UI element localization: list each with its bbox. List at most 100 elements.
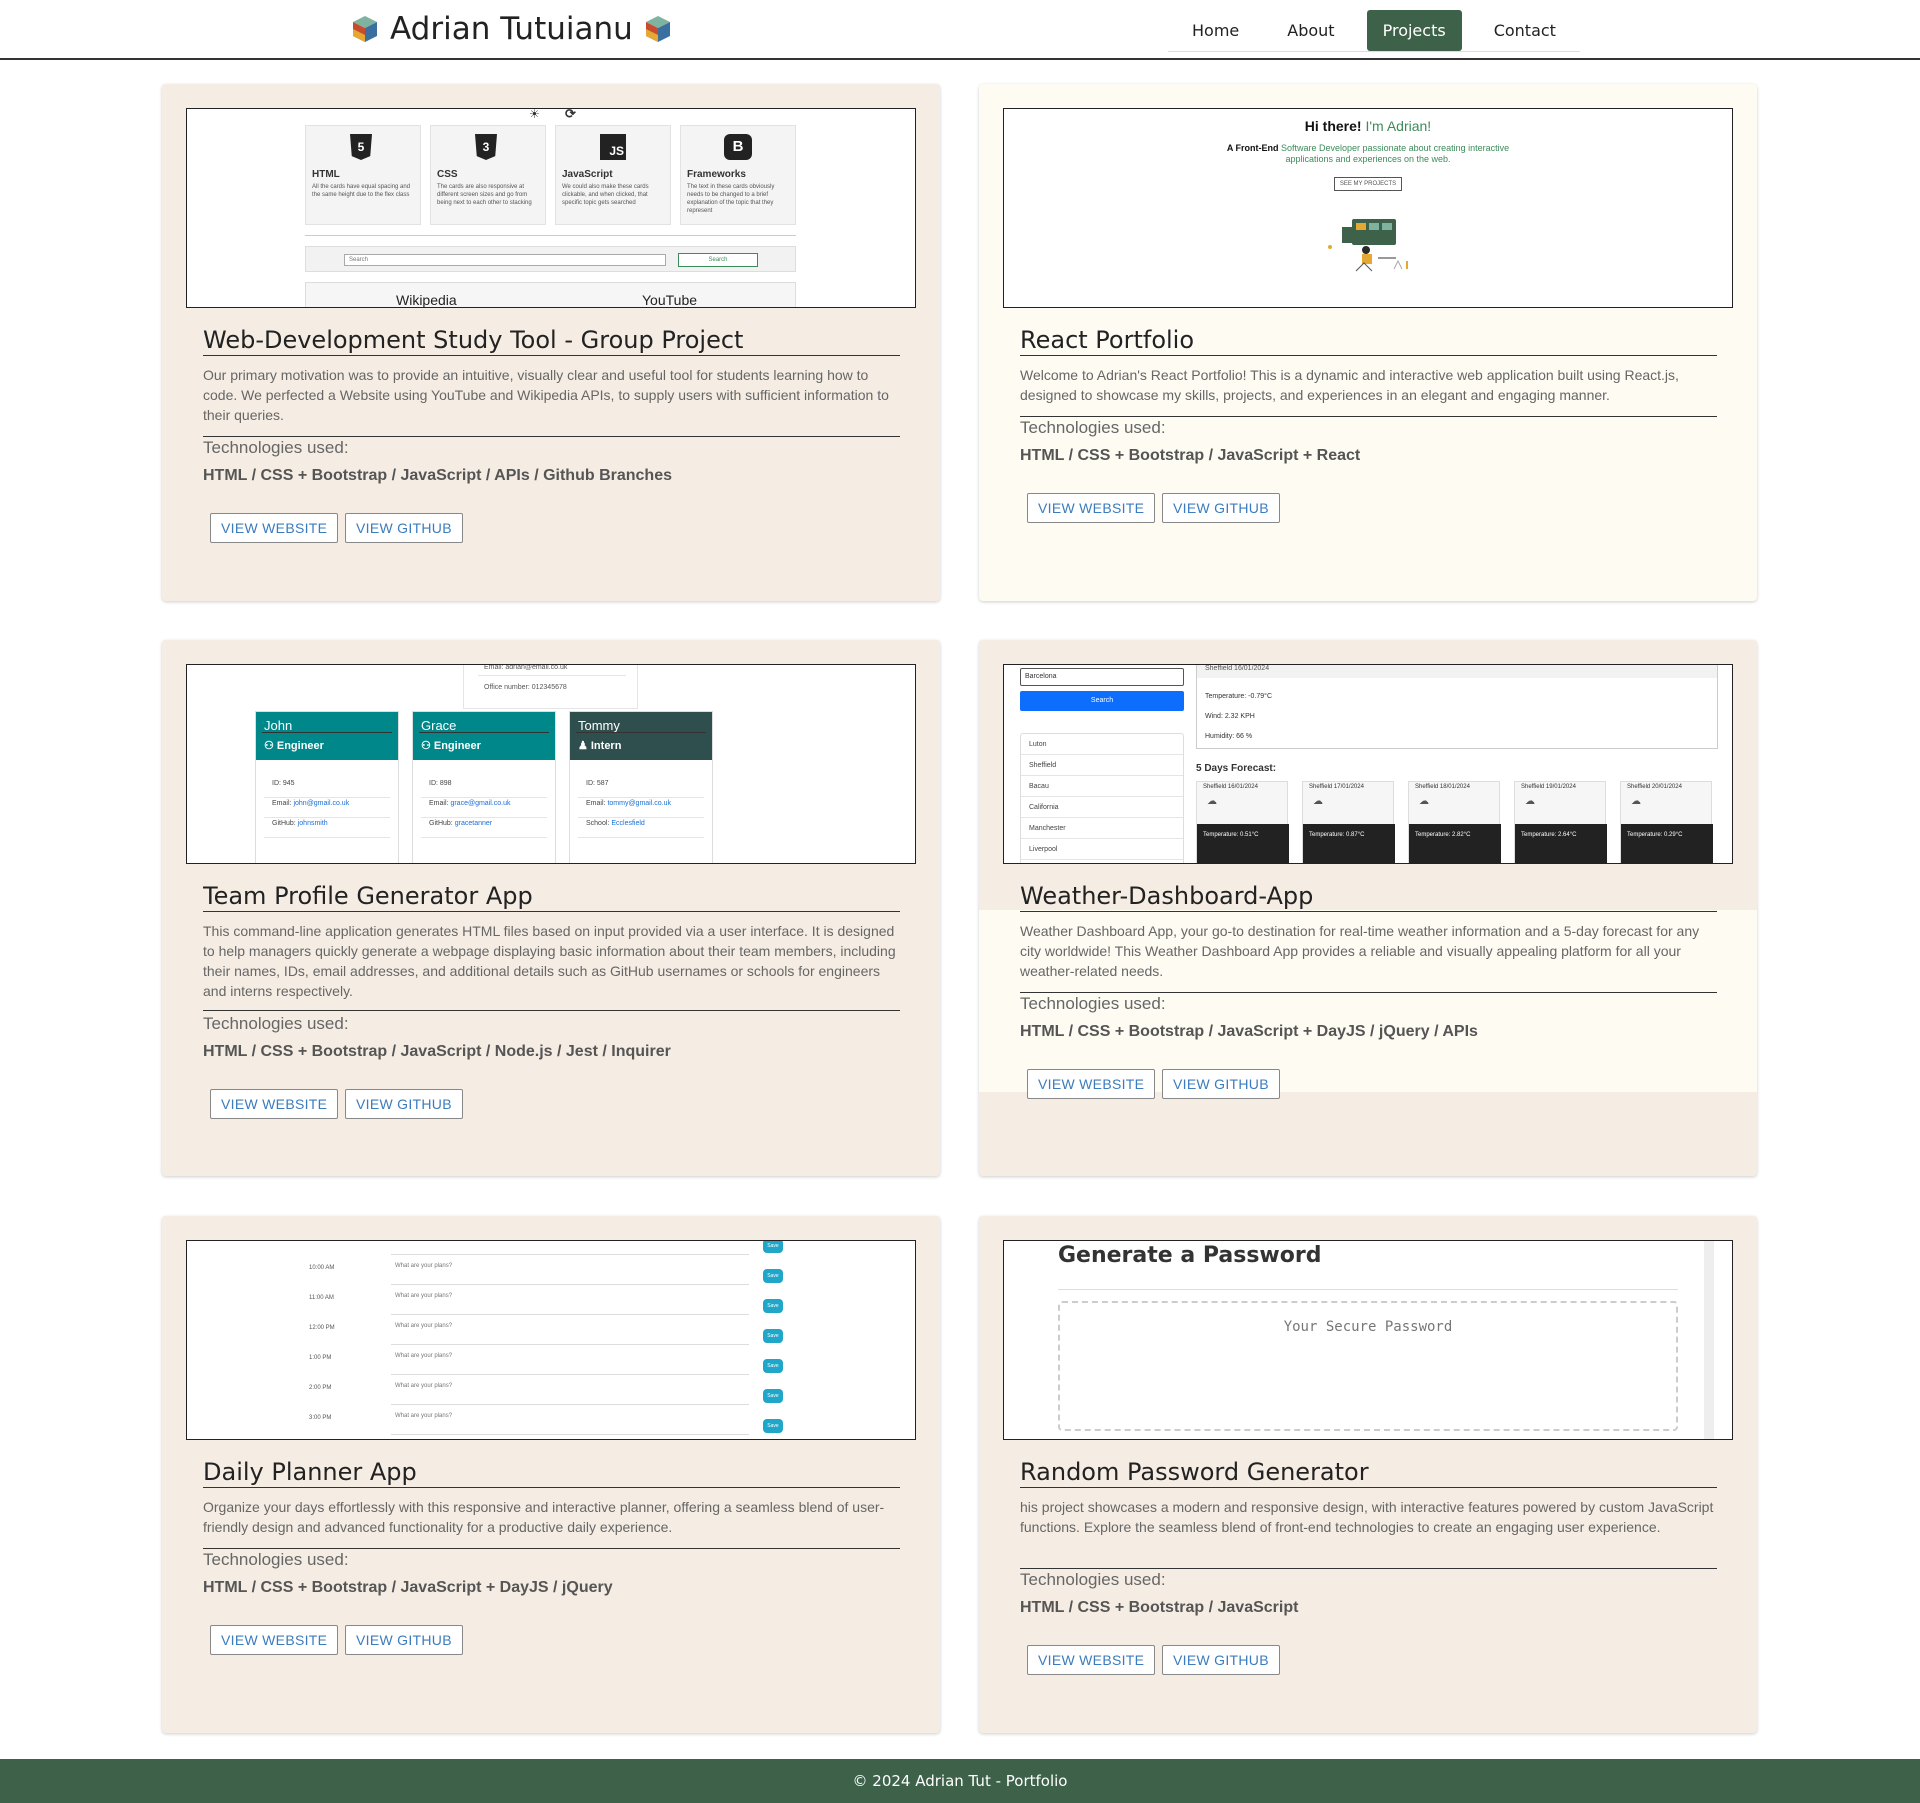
forecast-temperature: Temperature: 2.64°C (1515, 824, 1607, 863)
view-github-button[interactable]: VIEW GITHUB (1162, 1645, 1280, 1675)
city-search-button[interactable]: Search (1020, 691, 1184, 711)
nav-projects[interactable]: Projects (1366, 10, 1462, 51)
see-projects-button[interactable]: SEE MY PROJECTS (1334, 177, 1402, 191)
team-member-header: Tommy ♟ Intern (570, 712, 712, 760)
greeting-text: Hi there! (1304, 118, 1362, 134)
project-screenshot[interactable]: Generate a Password Your Secure Password (1003, 1240, 1733, 1440)
search-button[interactable]: Search (678, 253, 758, 267)
team-member-card: Tommy ♟ Intern ID: 587 Email: tommy@gmail.co.… (569, 711, 713, 863)
city-history-item[interactable]: Liverpool (1021, 839, 1183, 860)
hero-greeting: Hi there! I'm Adrian! (1004, 118, 1732, 134)
city-search-input[interactable]: Barcelona (1020, 668, 1184, 686)
search-input[interactable]: Search (344, 254, 666, 266)
view-github-button[interactable]: VIEW GITHUB (345, 513, 463, 543)
view-github-button[interactable]: VIEW GITHUB (345, 1089, 463, 1119)
member-detail-link[interactable]: Ecclesfield (611, 820, 644, 827)
project-title: React Portfolio (1020, 326, 1717, 356)
project-screenshot[interactable]: Hi there! I'm Adrian! A Front-End Softwa… (1003, 108, 1733, 308)
planner-input[interactable]: What are your plans? (391, 1413, 749, 1435)
project-screenshot[interactable]: What are your plans? Save 10:00 AM What are… (186, 1240, 916, 1440)
view-website-button[interactable]: VIEW WEBSITE (210, 513, 339, 543)
forecast-card: Sheffield 18/01/2024 ☁ Temperature: 2.82°C (1408, 781, 1501, 863)
view-website-button[interactable]: VIEW WEBSITE (210, 1089, 339, 1119)
city-history-item[interactable]: Sheffield (1021, 755, 1183, 776)
technologies-heading: Technologies used: (1020, 994, 1166, 1013)
technologies-heading: Technologies used: (203, 1014, 349, 1033)
weather-icon: ☁ (1313, 796, 1323, 807)
site-title[interactable]: Adrian Tutuianu (390, 11, 633, 47)
member-detail-link[interactable]: grace@gmail.co.uk (450, 800, 510, 807)
planner-save-button[interactable]: Save (763, 1269, 783, 1283)
project-card: Generate a Password Your Secure Password… (979, 1216, 1757, 1733)
member-detail-link[interactable]: john@gmail.co.uk (293, 800, 349, 807)
member-detail-link[interactable]: gracetanner (455, 820, 492, 827)
city-history-item[interactable]: Bacau (1021, 776, 1183, 797)
planner-input[interactable]: What are your plans? (391, 1383, 749, 1405)
project-screenshot[interactable]: Barcelona Search Luton Sheffield Bacau Cali… (1003, 664, 1733, 864)
topic-title: JavaScript (562, 169, 613, 180)
planner-input[interactable]: What are your plans? (391, 1263, 749, 1285)
cube-icon (353, 16, 377, 42)
technologies-list: HTML / CSS + Bootstrap / JavaScript + Re… (1020, 447, 1361, 464)
view-website-button[interactable]: VIEW WEBSITE (210, 1625, 339, 1655)
current-header (1197, 665, 1717, 678)
planner-save-button[interactable]: Save (763, 1329, 783, 1343)
member-detail-link[interactable]: tommy@gmail.co.uk (607, 800, 671, 807)
view-github-button[interactable]: VIEW GITHUB (345, 1625, 463, 1655)
tagline-bold: A Front-End (1226, 143, 1279, 153)
planner-input[interactable]: What are your plans? (391, 1293, 749, 1315)
view-website-button[interactable]: VIEW WEBSITE (1027, 1069, 1156, 1099)
planner-input[interactable]: What are your plans? (391, 1241, 749, 1255)
city-history-item[interactable]: California (1021, 797, 1183, 818)
view-website-button[interactable]: VIEW WEBSITE (1027, 1645, 1156, 1675)
result-tabs: Wikipedia YouTube (305, 282, 796, 307)
planner-input[interactable]: What are your plans? (391, 1353, 749, 1375)
planner-save-button[interactable]: Save (763, 1241, 783, 1253)
divider (576, 732, 706, 733)
nav-home[interactable]: Home (1176, 10, 1255, 51)
divider (478, 675, 626, 676)
cube-icon (645, 16, 670, 42)
view-github-button[interactable]: VIEW GITHUB (1162, 1069, 1280, 1099)
member-detail-row: GitHub: gracetanner (421, 820, 547, 838)
planner-input[interactable]: What are your plans? (391, 1323, 749, 1345)
technologies-list: HTML / CSS + Bootstrap / JavaScript (1020, 1599, 1299, 1616)
divider (1058, 1289, 1678, 1290)
planner-hour: 2:00 PM (309, 1385, 332, 1391)
project-screenshot[interactable]: ☀ ⟳ 5 HTML All the cards have equal spac… (186, 108, 916, 308)
planner-save-button[interactable]: Save (763, 1359, 783, 1373)
password-output[interactable]: Your Secure Password (1058, 1301, 1678, 1431)
nav-about[interactable]: About (1271, 10, 1350, 51)
forecast-date: Sheffield 17/01/2024 (1309, 784, 1364, 790)
team-member-card: Grace ⚇ Engineer ID: 898 Email: grace@gmail.c… (412, 711, 556, 863)
planner-save-button[interactable]: Save (763, 1299, 783, 1313)
team-member-header: John ⚇ Engineer (256, 712, 398, 760)
wikipedia-tab[interactable]: Wikipedia (396, 292, 457, 307)
member-detail-link[interactable]: johnsmith (298, 820, 328, 827)
forecast-date: Sheffield 18/01/2024 (1415, 784, 1470, 790)
weather-icon: ☁ (1419, 796, 1429, 807)
planner-hour: 1:00 PM (309, 1355, 332, 1361)
weather-icon: ☁ (1207, 796, 1217, 807)
brand: Adrian Tutuianu (352, 6, 671, 52)
project-card: ☀ ⟳ 5 HTML All the cards have equal spac… (162, 84, 940, 601)
member-detail-label: Email: (272, 800, 292, 807)
manager-office: Office number: 012345678 (484, 684, 567, 691)
project-title: Daily Planner App (203, 1458, 900, 1488)
planner-save-button[interactable]: Save (763, 1419, 783, 1433)
graduation-icon: ♟ (578, 740, 588, 752)
technologies-list: HTML / CSS + Bootstrap / JavaScript / AP… (203, 467, 672, 484)
project-title: Weather-Dashboard-App (1020, 882, 1717, 912)
planner-save-button[interactable]: Save (763, 1389, 783, 1403)
technologies-heading: Technologies used: (203, 1550, 349, 1569)
nav-contact[interactable]: Contact (1478, 10, 1572, 51)
youtube-tab[interactable]: YouTube (642, 292, 697, 307)
project-screenshot[interactable]: Email: adrian@email.co.uk Office number:… (186, 664, 916, 864)
project-card: Email: adrian@email.co.uk Office number:… (162, 640, 940, 1176)
current-wind: Wind: 2.32 KPH (1205, 713, 1255, 720)
view-website-button[interactable]: VIEW WEBSITE (1027, 493, 1156, 523)
member-detail-row: ID: 898 (421, 780, 547, 798)
city-history-item[interactable]: Luton (1021, 734, 1183, 755)
view-github-button[interactable]: VIEW GITHUB (1162, 493, 1280, 523)
city-history-item[interactable]: Manchester (1021, 818, 1183, 839)
